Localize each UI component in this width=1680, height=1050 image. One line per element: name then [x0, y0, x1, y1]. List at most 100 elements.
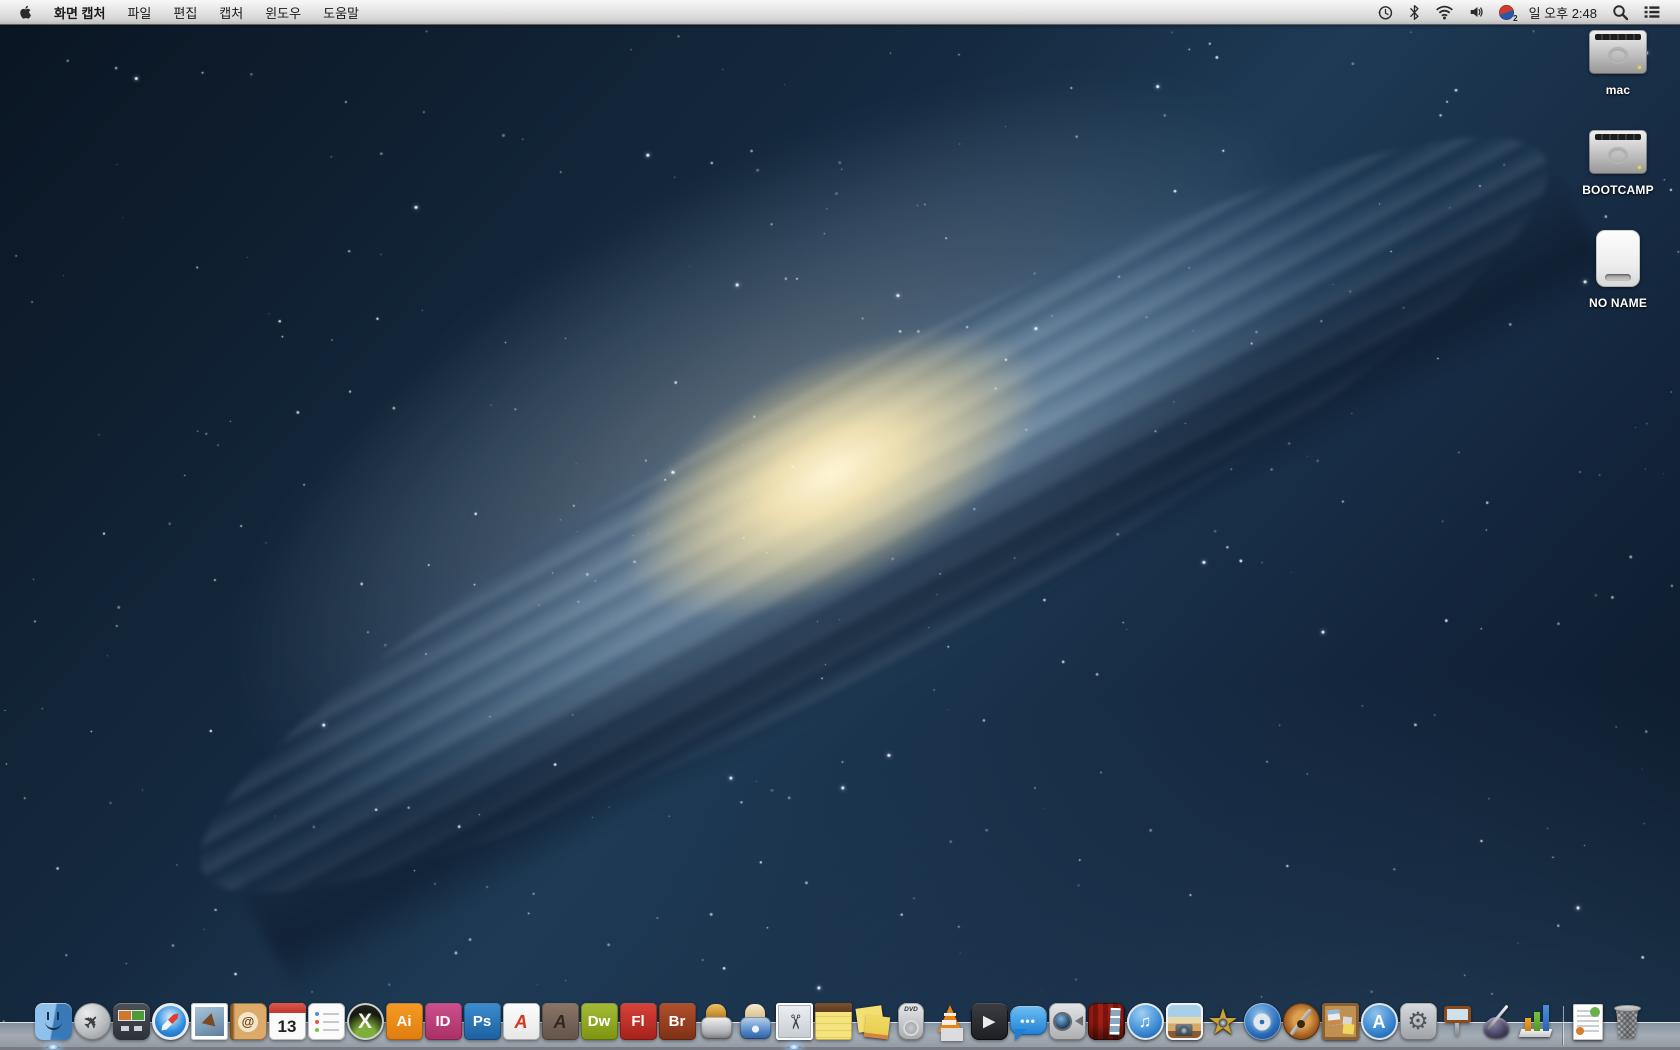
- menu-file[interactable]: 파일: [116, 0, 162, 24]
- dock-item-adobe-reader[interactable]: A: [541, 988, 580, 1050]
- dock-item-keynote[interactable]: [1438, 988, 1477, 1050]
- contacts-icon: @: [229, 1003, 267, 1040]
- dock-item-grab[interactable]: ✂: [775, 988, 814, 1050]
- notification-center-menu[interactable]: [1636, 0, 1668, 24]
- apple-logo-icon: [20, 5, 31, 19]
- indesign-icon: ID: [424, 1003, 462, 1040]
- adobe-reader-icon: A: [541, 1003, 579, 1040]
- dock-item-imovie[interactable]: ★: [1204, 988, 1243, 1050]
- input-source-menu[interactable]: 2: [1492, 0, 1521, 24]
- illustrator-icon: Ai: [385, 1003, 423, 1040]
- toast-blue-icon: [737, 1003, 774, 1040]
- dock-item-quarkxpress[interactable]: X: [346, 988, 385, 1050]
- flash-icon: Fl: [619, 1003, 657, 1040]
- messages-glyph: •••: [1020, 1013, 1036, 1028]
- dock-item-calendar[interactable]: 13: [268, 988, 307, 1050]
- wifi-icon: [1435, 5, 1453, 20]
- dock-item-flash[interactable]: Fl: [619, 988, 658, 1050]
- volume-menu[interactable]: [1461, 0, 1492, 24]
- vlc-icon: [932, 1003, 969, 1040]
- finder-icon: [34, 1003, 72, 1040]
- apple-menu[interactable]: [12, 0, 43, 24]
- desktop-icon-no-name[interactable]: NO NAME: [1589, 230, 1647, 310]
- dock-item-dvd-player[interactable]: DVD: [892, 988, 931, 1050]
- bluetooth-menu[interactable]: [1401, 0, 1428, 24]
- dock-item-pages[interactable]: [1477, 988, 1516, 1050]
- spotlight-search-icon: [1613, 4, 1629, 20]
- notepad-icon: [814, 1003, 852, 1040]
- internal-hard-drive-icon: [1588, 130, 1647, 174]
- photo-booth-icon: [1087, 1003, 1125, 1040]
- grab-glyph: ✂: [782, 1013, 805, 1030]
- dock-item-safari[interactable]: [151, 988, 190, 1050]
- photoshop-icon: Ps: [463, 1003, 501, 1040]
- mail-icon: [190, 1003, 228, 1040]
- app-menu-title[interactable]: 화면 캡처: [43, 0, 116, 24]
- dock-item-acrobat[interactable]: A: [502, 988, 541, 1050]
- launchpad-glyph: ✈: [79, 1009, 105, 1034]
- dock-item-itunes[interactable]: ♫: [1126, 988, 1165, 1050]
- dock-item-indesign[interactable]: ID: [424, 988, 463, 1050]
- dock-item-app-store[interactable]: A: [1360, 988, 1399, 1050]
- dock-item-illustrator[interactable]: Ai: [385, 988, 424, 1050]
- menu-window[interactable]: 윈도우: [254, 0, 312, 24]
- time-machine-menu[interactable]: [1370, 0, 1401, 24]
- dock-item-iphoto[interactable]: [1165, 988, 1204, 1050]
- video-player-glyph: ▶: [983, 1013, 995, 1030]
- dvd-player-glyph: DVD: [904, 1006, 918, 1013]
- corkboard-app-icon: [1321, 1003, 1359, 1040]
- dock-item-system-preferences[interactable]: ⚙: [1399, 988, 1438, 1050]
- app-store-glyph: A: [1372, 1011, 1386, 1032]
- dock-item-numbers[interactable]: [1516, 988, 1555, 1050]
- menu-help[interactable]: 도움말: [312, 0, 370, 24]
- system-preferences-glyph: ⚙: [1407, 1007, 1429, 1035]
- calendar-icon: 13: [268, 1003, 306, 1040]
- garageband-icon: [1282, 1003, 1320, 1040]
- numbers-icon: [1517, 1003, 1554, 1040]
- input-source-badge: 2: [1513, 13, 1518, 23]
- dock-item-notepad[interactable]: [814, 988, 853, 1050]
- dock-item-video-player[interactable]: ▶: [970, 988, 1009, 1050]
- wifi-menu[interactable]: [1428, 0, 1461, 24]
- quarkxpress-glyph: X: [357, 1010, 372, 1033]
- menu-edit[interactable]: 편집: [162, 0, 208, 24]
- desktop-icon-bootcamp[interactable]: BOOTCAMP: [1582, 130, 1654, 197]
- dock-item-toast-titanium[interactable]: [697, 988, 736, 1050]
- dock-item-vlc[interactable]: [931, 988, 970, 1050]
- dock-item-finder[interactable]: [34, 988, 73, 1050]
- dock-separator: [1555, 998, 1569, 1050]
- dock-item-trash[interactable]: [1608, 988, 1647, 1050]
- messages-icon: •••: [1009, 1006, 1047, 1041]
- dock-item-messages[interactable]: •••: [1009, 988, 1048, 1050]
- bridge-glyph: Br: [668, 1013, 686, 1030]
- dock-item-contacts[interactable]: @: [229, 988, 268, 1050]
- pages-icon: [1478, 1003, 1515, 1040]
- dock-item-launchpad[interactable]: ✈: [73, 988, 112, 1050]
- dreamweaver-icon: Dw: [580, 1003, 618, 1040]
- volume-icon: [1470, 7, 1483, 17]
- menubar-clock[interactable]: 일 오후 2:48: [1521, 3, 1605, 22]
- photoshop-glyph: Ps: [472, 1013, 492, 1030]
- keynote-icon: [1439, 1003, 1476, 1040]
- menu-capture[interactable]: 캡처: [208, 0, 254, 24]
- spotlight-menu[interactable]: [1605, 0, 1636, 24]
- dock-item-reminders[interactable]: [307, 988, 346, 1050]
- drive-led: [1638, 66, 1641, 69]
- internal-hard-drive-icon: [1589, 30, 1647, 74]
- desktop-icon-mac[interactable]: mac: [1589, 30, 1647, 97]
- dock-item-mission-control[interactable]: [112, 988, 151, 1050]
- adobe-reader-glyph: A: [553, 1011, 567, 1032]
- dock-item-mail[interactable]: [190, 988, 229, 1050]
- mission-control-icon: [112, 1003, 150, 1040]
- dock-item-photo-booth[interactable]: [1087, 988, 1126, 1050]
- dock-item-facetime[interactable]: [1048, 988, 1087, 1050]
- dock-item-bridge[interactable]: Br: [658, 988, 697, 1050]
- dock-item-photoshop[interactable]: Ps: [463, 988, 502, 1050]
- dock-item-idvd[interactable]: [1243, 988, 1282, 1050]
- dock-item-stickies[interactable]: [853, 988, 892, 1050]
- dock-item-toast-blue[interactable]: [736, 988, 775, 1050]
- dock-item-garageband[interactable]: [1282, 988, 1321, 1050]
- dock-item-dreamweaver[interactable]: Dw: [580, 988, 619, 1050]
- dock-item-documents-stack[interactable]: [1569, 988, 1608, 1050]
- dock-item-corkboard-app[interactable]: [1321, 988, 1360, 1050]
